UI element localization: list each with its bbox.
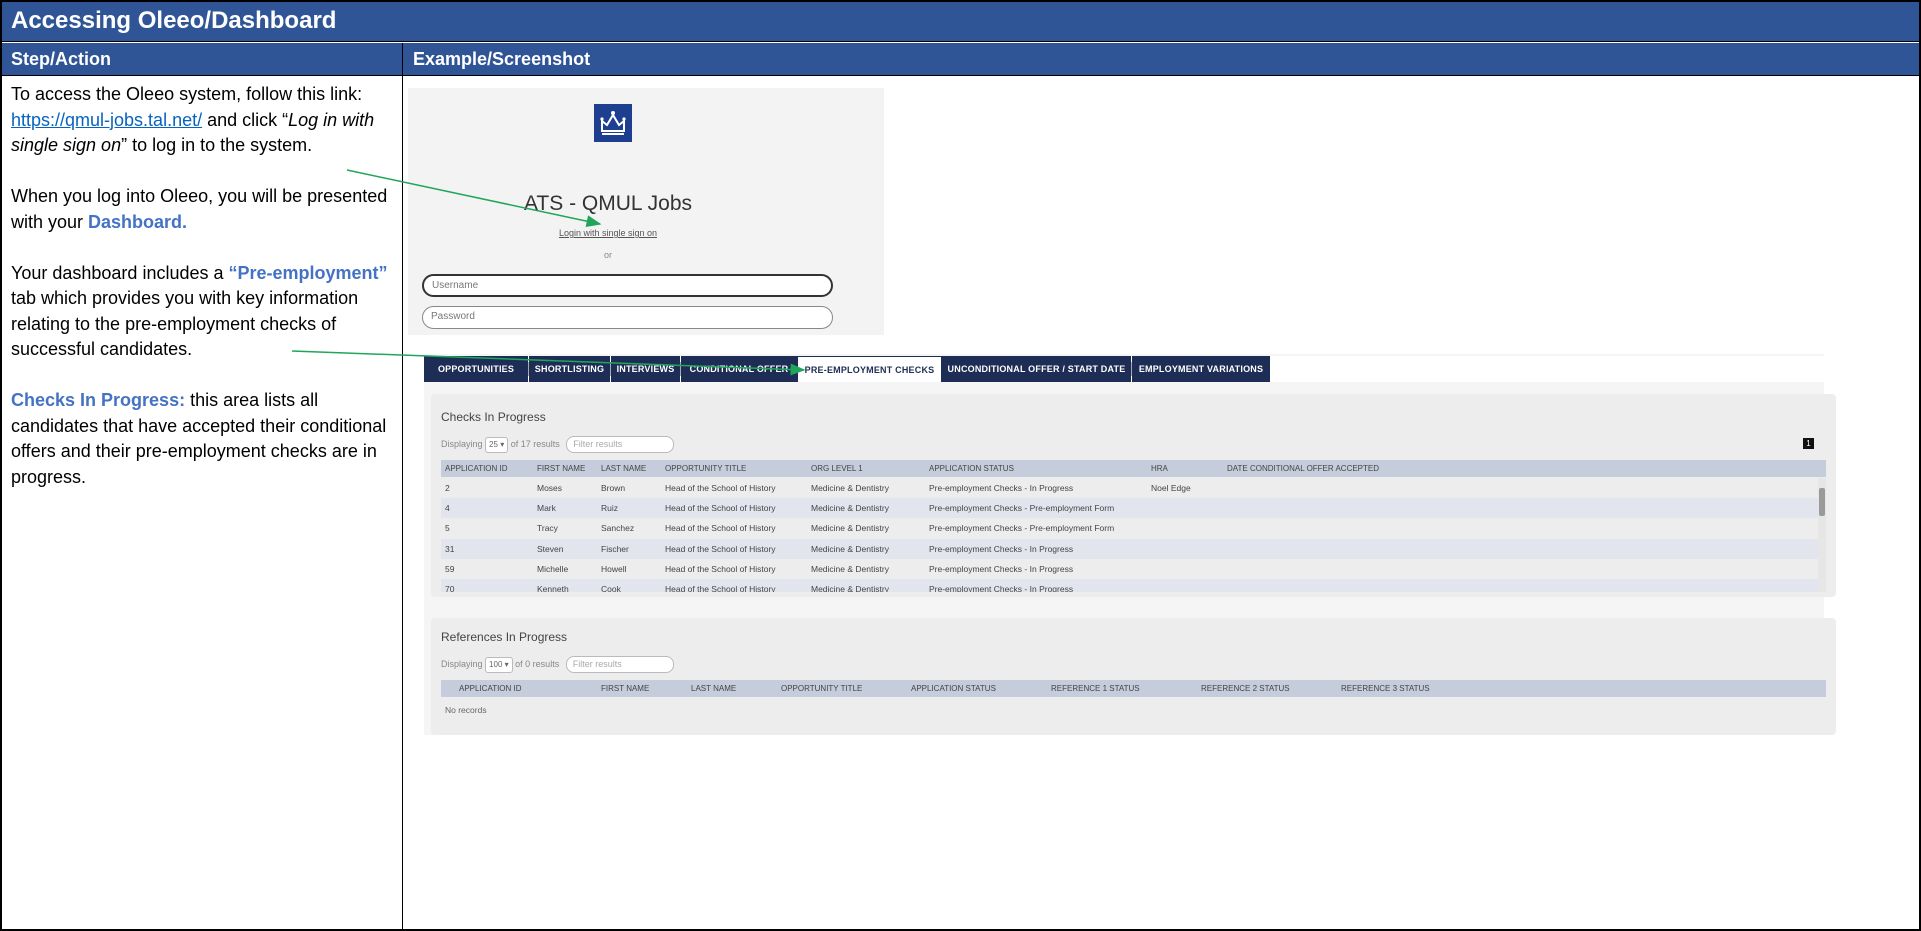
annotation-arrows bbox=[291, 169, 806, 376]
instruction-table: Accessing Oleeo/Dashboard Step/Action Ex… bbox=[0, 0, 1921, 931]
tab-pointer-arrow bbox=[291, 350, 806, 376]
sso-pointer-arrow bbox=[346, 169, 602, 228]
